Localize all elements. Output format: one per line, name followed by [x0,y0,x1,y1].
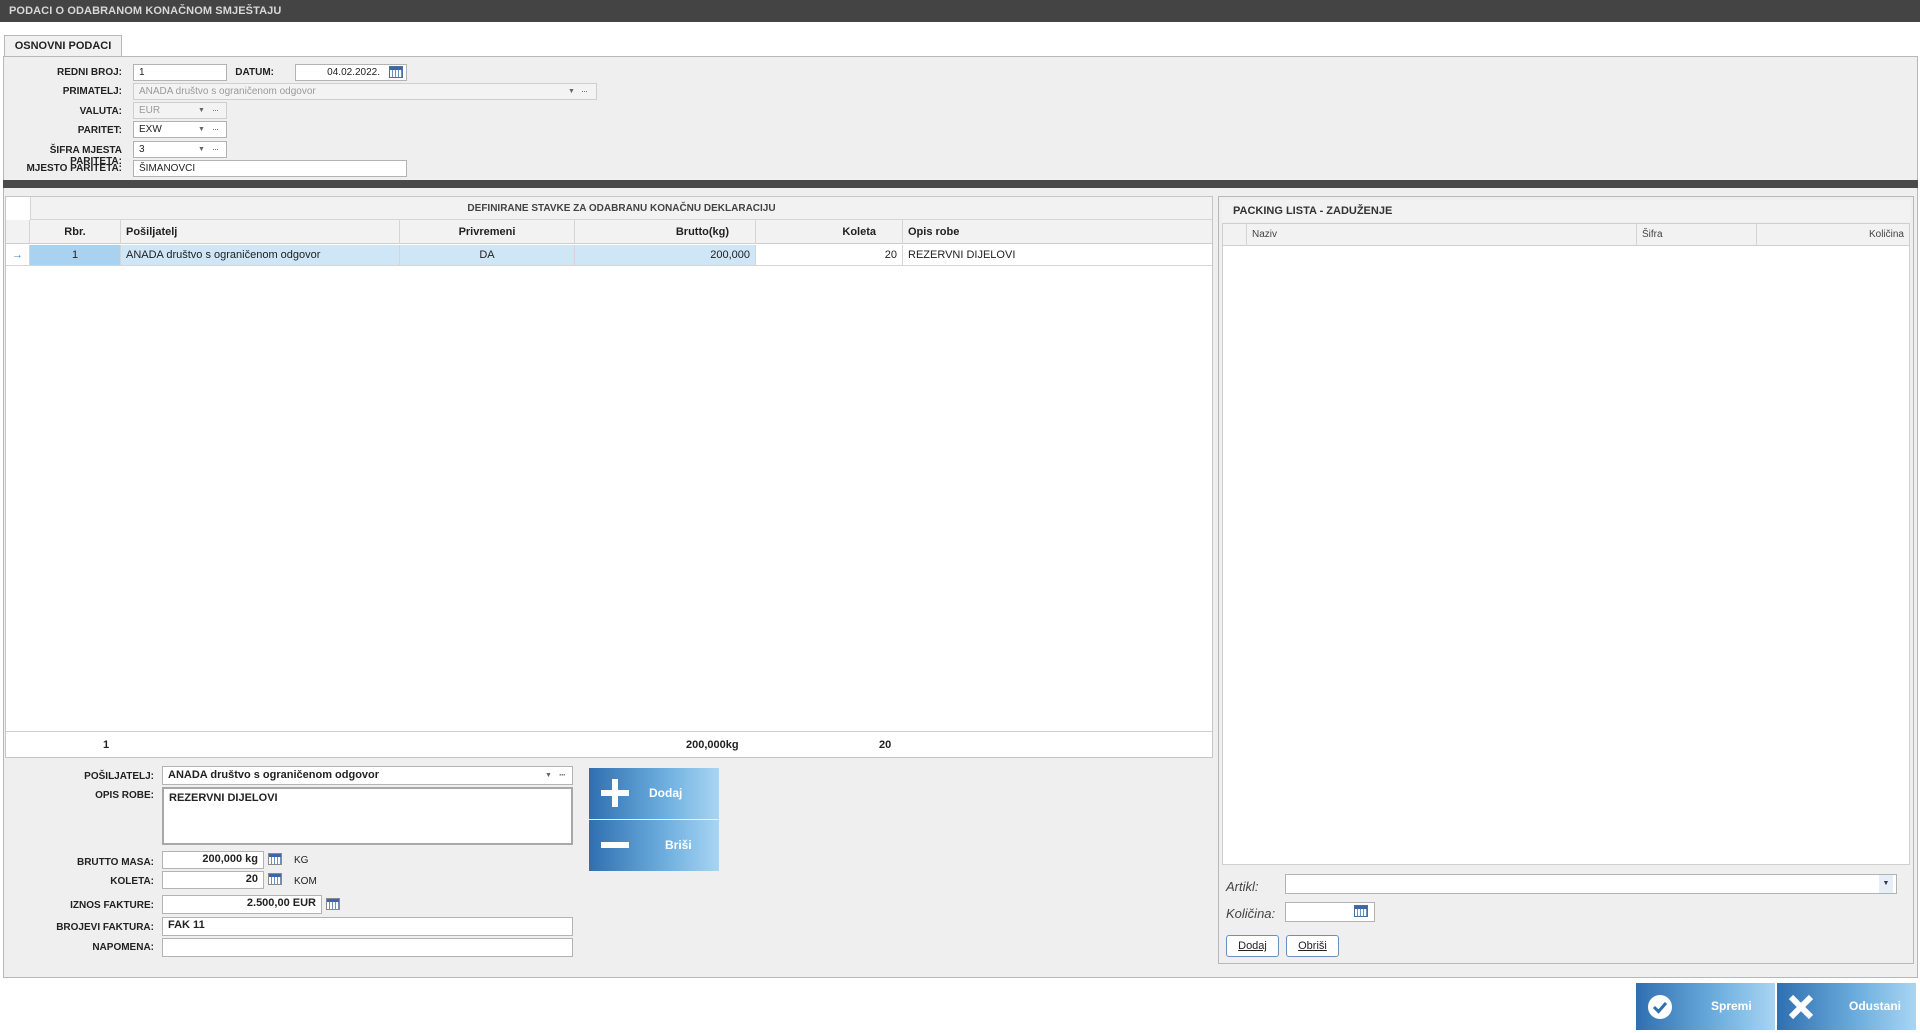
mjesto-label: MJESTO PARITETA: [26,163,122,174]
brutto-masa-input[interactable]: 200,000 kg [162,851,264,869]
paritet-value: EXW [139,124,162,135]
primatelj-label: PRIMATELJ: [62,86,122,97]
brojevi-faktura-label: BROJEVI FAKTURA: [56,922,154,933]
calculator-icon[interactable] [1354,905,1368,917]
cancel-button[interactable]: Odustani [1777,983,1916,1030]
calendar-icon[interactable] [389,66,403,78]
ellipsis-icon: ··· [581,86,588,96]
col-kolicina[interactable]: Količina [1757,224,1909,246]
ellipsis-icon: ··· [212,105,219,115]
iznos-fakture-input[interactable]: 2.500,00 EUR [162,895,322,914]
ellipsis-icon[interactable]: ··· [559,767,566,784]
koleta-label: KOLETA: [110,876,154,887]
napomena-input[interactable] [162,938,573,957]
row-indicator-arrow-icon: → [6,245,30,266]
check-circle-icon [1648,995,1672,1019]
ellipsis-icon[interactable]: ··· [212,122,219,137]
valuta-combo: EUR ▼ ··· [133,102,227,119]
save-button[interactable]: Spremi [1636,983,1775,1030]
stavke-grid: DEFINIRANE STAVKE ZA ODABRANU KONAČNU DE… [5,196,1213,758]
redni-broj-input[interactable]: 1 [133,64,227,81]
col-rbr[interactable]: Rbr. [30,220,121,244]
brutto-unit: KG [294,855,309,866]
packing-dodaj-button[interactable]: Dodaj [1226,935,1279,957]
posiljatelj-combo[interactable]: ANADA društvo s ograničenom odgovor ▼ ··… [162,766,573,785]
packing-caption: PACKING LISTA - ZADUŽENJE [1222,200,1910,222]
window-title: PODACI O ODABRANOM KONAČNOM SMJEŠTAJU [0,0,1920,22]
col-koleta[interactable]: Koleta [756,220,903,244]
kolicina-label: Količina: [1226,906,1276,921]
napomena-label: NAPOMENA: [92,942,154,953]
koleta-unit: KOM [294,876,317,887]
chevron-down-icon[interactable]: ▼ [1879,875,1893,893]
cell-privremeni[interactable]: DA [400,245,575,266]
packing-panel: PACKING LISTA - ZADUŽENJE Naziv Šifra Ko… [1218,196,1914,964]
calculator-icon[interactable] [326,898,340,910]
packing-row-indicator-header [1223,224,1247,246]
valuta-label: VALUTA: [79,106,122,117]
footer-count: 1 [103,739,110,751]
plus-icon [601,779,629,807]
cell-posiljatelj[interactable]: ANADA društvo s ograničenom odgovor [121,245,400,266]
ellipsis-icon[interactable]: ··· [212,142,219,157]
dodaj-stavka-button[interactable]: Dodaj [589,768,719,819]
cell-koleta[interactable]: 20 [756,245,903,266]
col-naziv[interactable]: Naziv [1247,224,1637,246]
datum-label: DATUM: [235,67,274,78]
primatelj-value: ANADA društvo s ograničenom odgovor [139,86,316,97]
paritet-combo[interactable]: EXW ▼ ··· [133,121,227,138]
valuta-value: EUR [139,105,161,116]
chevron-down-icon: ▼ [568,88,575,95]
packing-grid: Naziv Šifra Količina [1222,223,1910,865]
minus-icon [601,842,629,848]
save-label: Spremi [1711,999,1752,1013]
paritet-label: PARITET: [77,125,122,136]
chevron-down-icon[interactable]: ▼ [198,142,205,157]
col-privremeni[interactable]: Privremeni [400,220,575,244]
brisi-stavka-button[interactable]: Briši [589,820,719,871]
mjesto-input[interactable]: ŠIMANOVCI [133,160,407,177]
calculator-icon[interactable] [268,853,282,865]
cell-brutto[interactable]: 200,000 [575,245,756,266]
posiljatelj-label: POŠILJATELJ: [84,771,154,782]
posiljatelj-value: ANADA društvo s ograničenom odgovor [168,769,380,781]
artikl-combo[interactable]: ▼ [1285,874,1897,894]
brutto-masa-label: BRUTTO MASA: [76,857,154,868]
chevron-down-icon: ▼ [198,107,205,114]
divider [3,180,1918,188]
sifra-combo[interactable]: 3 ▼ ··· [133,141,227,158]
brisi-label: Briši [665,838,692,852]
koleta-input[interactable]: 20 [162,871,264,889]
tab-strip: OSNOVNI PODACI [0,22,1920,57]
close-icon [1788,994,1814,1020]
chevron-down-icon[interactable]: ▼ [198,122,205,137]
redni-broj-label: REDNI BROJ: [56,67,122,78]
col-brutto[interactable]: Brutto(kg) [575,220,756,244]
sifra-value: 3 [139,144,145,155]
footer-koleta: 20 [879,739,892,751]
opis-robe-label: OPIS ROBE: [95,790,154,801]
brojevi-faktura-input[interactable]: FAK 11 [162,917,573,936]
artikl-label: Artikl: [1226,879,1259,894]
dodaj-label: Dodaj [649,786,683,800]
tab-osnovni-podaci[interactable]: OSNOVNI PODACI [4,35,122,57]
primatelj-combo: ANADA društvo s ograničenom odgovor ▼ ··… [133,83,597,100]
packing-obrisi-button[interactable]: Obriši [1286,935,1339,957]
row-indicator-header [6,220,30,244]
cell-opis[interactable]: REZERVNI DIJELOVI [903,245,1212,266]
footer-brutto: 200,000kg [686,739,739,751]
grid-caption: DEFINIRANE STAVKE ZA ODABRANU KONAČNU DE… [30,197,1212,220]
calculator-icon[interactable] [268,873,282,885]
grid-footer: 1 200,000kg 20 [6,731,1212,757]
chevron-down-icon[interactable]: ▼ [545,767,552,784]
opis-robe-textarea[interactable]: REZERVNI DIJELOVI [162,787,573,845]
cancel-label: Odustani [1849,999,1902,1013]
col-sifra[interactable]: Šifra [1637,224,1757,246]
col-posiljatelj[interactable]: Pošiljatelj [121,220,400,244]
cell-rbr[interactable]: 1 [30,245,121,266]
datum-value: 04.02.2022. [327,67,380,78]
col-opis[interactable]: Opis robe [903,220,1212,244]
iznos-fakture-label: IZNOS FAKTURE: [70,900,154,911]
